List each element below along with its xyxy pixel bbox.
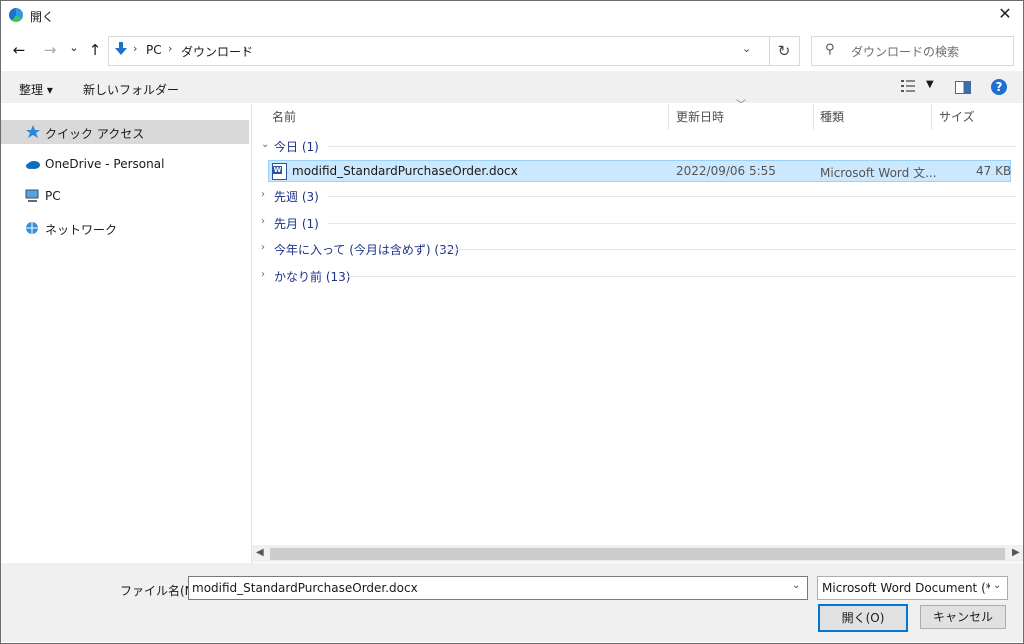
group-label: 先月 (1) [274, 217, 319, 231]
chevron-right-icon: › [261, 189, 265, 200]
sidebar-item-label: OneDrive - Personal [45, 157, 165, 171]
word-doc-icon: W [272, 163, 287, 180]
breadcrumb-separator[interactable]: › [243, 42, 247, 55]
edge-app-icon [9, 8, 23, 22]
back-button[interactable]: ← [9, 40, 29, 60]
preview-pane-icon[interactable] [955, 81, 971, 94]
column-header-type[interactable]: 種類 [820, 108, 844, 125]
sidebar-item-label: PC [45, 189, 61, 203]
group-header-this-year[interactable]: › 今年に入って (今月は含めず) (32) [258, 237, 1016, 261]
view-options-icon[interactable] [901, 80, 915, 92]
scroll-right-icon[interactable]: ▶ [1012, 547, 1020, 558]
refresh-button[interactable]: ↻ [769, 36, 800, 66]
group-header-last-week[interactable]: › 先週 (3) [258, 184, 1016, 208]
column-divider[interactable] [931, 104, 932, 130]
column-divider[interactable] [813, 104, 814, 130]
chevron-right-icon: › [261, 269, 265, 280]
search-input[interactable]: ダウンロードの検索 [851, 43, 959, 60]
chevron-right-icon: › [261, 242, 265, 253]
filetype-dropdown-icon[interactable]: ⌄ [993, 580, 1001, 591]
group-label: 先週 (3) [274, 190, 319, 204]
filename-dropdown-icon[interactable]: ⌄ [792, 580, 800, 591]
sidebar-item-pc[interactable]: PC [1, 184, 249, 208]
window-title: 開く [30, 10, 55, 24]
help-icon[interactable]: ? [991, 79, 1007, 95]
column-header-modified[interactable]: 更新日時 [676, 108, 724, 125]
group-label: 今日 (1) [274, 140, 319, 154]
file-size: 47 KB [976, 164, 1012, 178]
pc-icon [25, 189, 39, 202]
group-header-last-month[interactable]: › 先月 (1) [258, 211, 1016, 235]
title-bar [1, 1, 1023, 31]
group-header-today[interactable]: ⌄ 今日 (1) [258, 134, 1016, 158]
close-button[interactable]: ✕ [994, 3, 1016, 25]
forward-button[interactable]: → [40, 40, 60, 60]
chevron-down-icon: ⌄ [261, 139, 270, 150]
group-divider [443, 249, 1016, 250]
file-name[interactable]: modifid_StandardPurchaseOrder.docx [292, 164, 518, 178]
column-divider[interactable] [668, 104, 669, 130]
sidebar-item-label: クイック アクセス [45, 127, 145, 141]
organize-button[interactable]: 整理 ▾ [19, 81, 53, 98]
group-divider [348, 276, 1016, 277]
sort-indicator-icon: ﹀ [736, 100, 746, 111]
cancel-button[interactable]: キャンセル [920, 605, 1006, 629]
up-button[interactable]: ↑ [85, 40, 105, 60]
file-modified: 2022/09/06 5:55 [676, 164, 776, 178]
view-dropdown-icon[interactable]: ▼ [926, 79, 934, 90]
group-label: 今年に入って (今月は含めず) (32) [274, 243, 460, 257]
filename-value[interactable]: modifid_StandardPurchaseOrder.docx [192, 581, 418, 595]
group-divider [328, 146, 1016, 147]
group-divider [328, 223, 1016, 224]
file-type: Microsoft Word 文... [820, 166, 937, 180]
breadcrumb-pc[interactable]: PC [146, 43, 162, 57]
breadcrumb-separator: › [168, 42, 173, 55]
search-icon: ⚲ [825, 42, 835, 57]
sidebar-item-network[interactable]: ネットワーク [1, 216, 249, 240]
recent-locations-button[interactable]: ⌄ [64, 38, 84, 58]
scrollbar-thumb[interactable] [270, 548, 1005, 560]
column-header-name[interactable]: 名前 [272, 108, 296, 125]
network-icon [26, 222, 38, 234]
filetype-value[interactable]: Microsoft Word Document (*.docx) [822, 581, 990, 595]
download-folder-icon [115, 42, 127, 55]
column-header-size[interactable]: サイズ [939, 108, 975, 125]
cloud-icon [26, 161, 40, 169]
star-icon [26, 125, 40, 138]
sidebar-item-label: ネットワーク [45, 223, 118, 237]
sidebar-item-onedrive[interactable]: OneDrive - Personal [1, 152, 249, 176]
new-folder-button[interactable]: 新しいフォルダー [83, 81, 179, 98]
address-history-dropdown-icon[interactable]: ⌄ [742, 42, 751, 55]
scroll-left-icon[interactable]: ◀ [256, 547, 264, 558]
chevron-right-icon: › [261, 216, 265, 227]
group-header-long-ago[interactable]: › かなり前 (13) [258, 264, 1016, 288]
breadcrumb-separator: › [133, 42, 138, 55]
group-label: かなり前 (13) [274, 270, 351, 284]
sidebar-item-quick-access[interactable]: クイック アクセス [1, 120, 249, 144]
group-divider [328, 196, 1016, 197]
open-button[interactable]: 開く(O) [818, 604, 908, 632]
